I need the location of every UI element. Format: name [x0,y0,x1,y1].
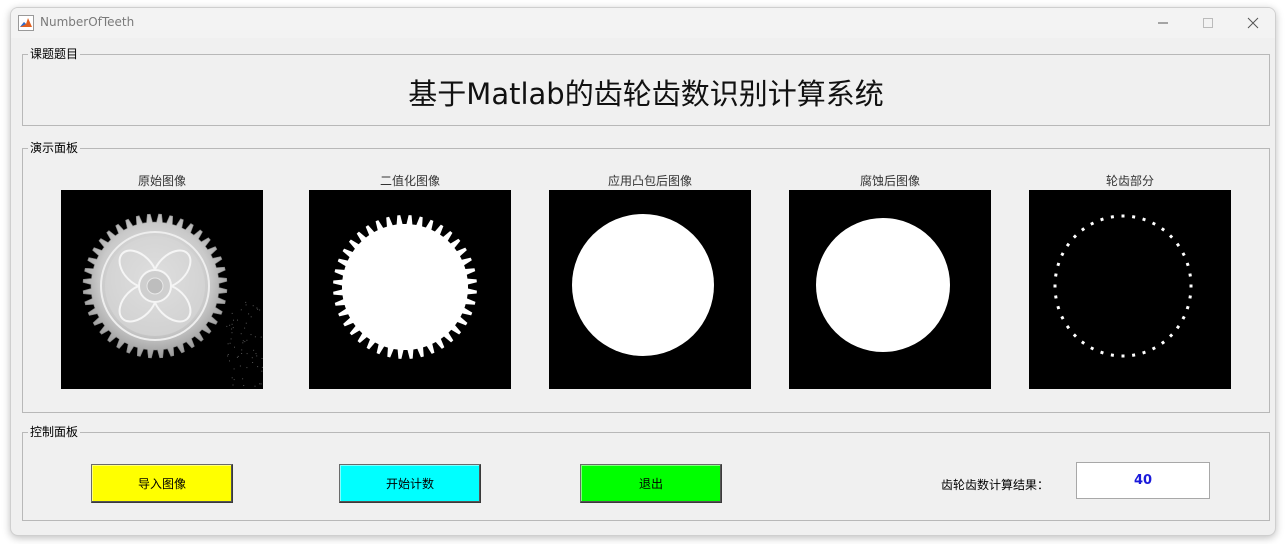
tooth-mark [1161,227,1165,231]
topic-panel-label: 课题题目 [28,47,80,61]
tooth-mark [1152,346,1156,350]
tooth-mark [1122,215,1125,218]
control-panel: 控制面板 导入图像 开始计数 退出 齿轮齿数计算结果： 40 [22,432,1270,521]
tooth-mark [1186,262,1190,266]
app-window: NumberOfTeeth 课题题目 基于Matlab的齿轮齿数识别计算系统 演… [10,7,1276,536]
binary-image [309,190,511,389]
original-image-caption: 原始图像 [61,172,263,189]
tooth-mark [1132,353,1135,356]
tooth-mark [1188,273,1191,276]
result-value-field[interactable]: 40 [1076,462,1210,499]
tooth-mark [1182,252,1186,256]
tooth-mark [1056,306,1060,310]
tooth-mark [1111,215,1114,218]
eroded-image-caption: 腐蚀后图像 [789,172,991,189]
start-count-button[interactable]: 开始计数 [339,464,481,503]
tooth-mark [1169,333,1173,337]
convex-hull-image-caption: 应用凸包后图像 [549,172,751,189]
teeth-part-image-caption: 轮齿部分 [1029,172,1231,189]
tooth-mark [1100,351,1104,355]
tooth-mark [1176,325,1180,329]
tooth-mark [1152,222,1156,226]
close-button[interactable] [1230,8,1276,38]
tooth-mark [1066,243,1070,247]
tooth-mark [1182,316,1186,320]
page-title: 基于Matlab的齿轮齿数识别计算系统 [23,71,1269,113]
tooth-mark [1169,234,1173,238]
binary-image-caption: 二值化图像 [309,172,511,189]
minimize-button[interactable] [1140,8,1186,38]
tooth-mark [1122,355,1125,358]
tooth-mark [1186,306,1190,310]
exit-button[interactable]: 退出 [580,464,722,503]
demo-panel: 演示面板 原始图像 二值化图像 应用凸包后图像 腐蚀后图像 轮齿部分 [22,148,1270,413]
tooth-mark [1073,234,1077,238]
close-icon [1247,17,1259,29]
tooth-mark [1176,243,1180,247]
tooth-mark [1054,285,1057,288]
tooth-mark [1190,285,1193,288]
tooth-mark [1073,333,1077,337]
tooth-mark [1132,215,1135,218]
tooth-mark [1188,295,1191,298]
original-image [61,190,263,389]
tooth-mark [1090,222,1094,226]
tooth-mark [1111,353,1114,356]
tooth-mark [1090,346,1094,350]
tooth-mark [1142,351,1146,355]
tooth-mark [1161,341,1165,345]
maximize-button[interactable] [1185,8,1231,38]
minimize-icon [1157,17,1169,29]
topic-panel: 课题题目 基于Matlab的齿轮齿数识别计算系统 [22,54,1270,126]
tooth-mark [1100,218,1104,222]
tooth-mark [1060,252,1064,256]
tooth-mark [1054,295,1057,298]
convex-hull-image [549,190,751,389]
import-image-button[interactable]: 导入图像 [91,464,233,503]
tooth-mark [1056,262,1060,266]
result-label: 齿轮齿数计算结果： [941,476,1049,493]
binary-gear [333,215,477,359]
tooth-mark [1081,227,1085,231]
control-panel-label: 控制面板 [28,425,80,439]
tooth-mark [1066,325,1070,329]
eroded-image [789,190,991,389]
window-title: NumberOfTeeth [40,15,134,29]
tooth-mark [1142,218,1146,222]
demo-panel-label: 演示面板 [28,141,80,155]
tooth-mark [1060,316,1064,320]
title-bar: NumberOfTeeth [11,8,1275,38]
tooth-mark [1054,273,1057,276]
teeth-part-image [1029,190,1231,389]
tooth-mark [1081,341,1085,345]
matlab-icon [18,15,34,31]
maximize-icon [1202,17,1214,29]
